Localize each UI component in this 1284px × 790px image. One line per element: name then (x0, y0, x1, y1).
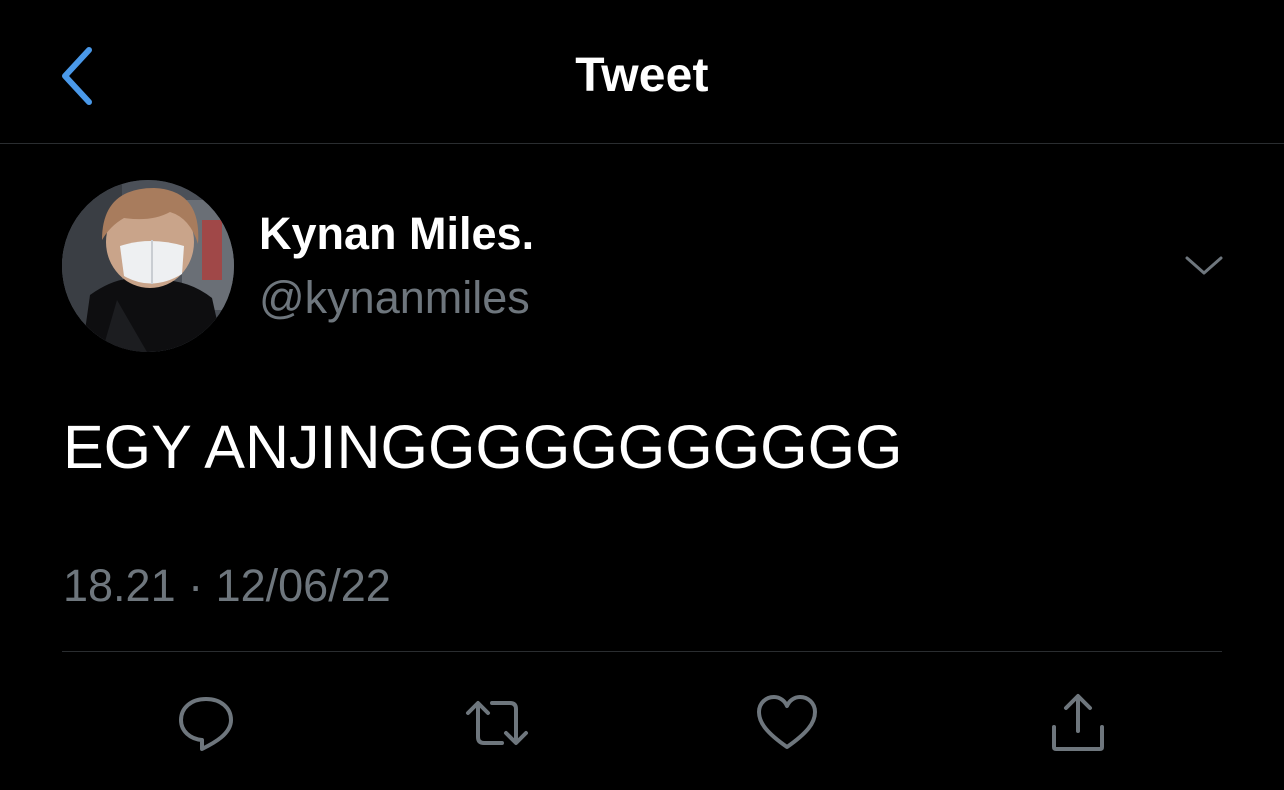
share-icon (1052, 694, 1104, 751)
avatar-image (62, 180, 234, 352)
reply-icon (179, 697, 233, 751)
avatar[interactable] (62, 180, 234, 352)
page-title: Tweet (575, 49, 709, 102)
chevron-down-icon (1185, 256, 1223, 275)
divider (62, 651, 1222, 652)
top-navigation-bar: Tweet (0, 0, 1284, 144)
tweet-timestamp[interactable]: 18.21 · 12/06/22 (63, 560, 391, 612)
more-options-button[interactable] (1174, 244, 1234, 288)
tweet-text: EGY ANJINGGGGGGGGGGG (63, 413, 903, 481)
author-handle[interactable]: @kynanmiles (259, 272, 530, 324)
author-name[interactable]: Kynan Miles. (259, 208, 534, 260)
share-button[interactable] (1043, 688, 1113, 758)
like-icon (757, 695, 817, 749)
retweet-icon (466, 701, 528, 745)
like-button[interactable] (752, 688, 822, 758)
retweet-button[interactable] (462, 688, 532, 758)
reply-button[interactable] (171, 688, 241, 758)
